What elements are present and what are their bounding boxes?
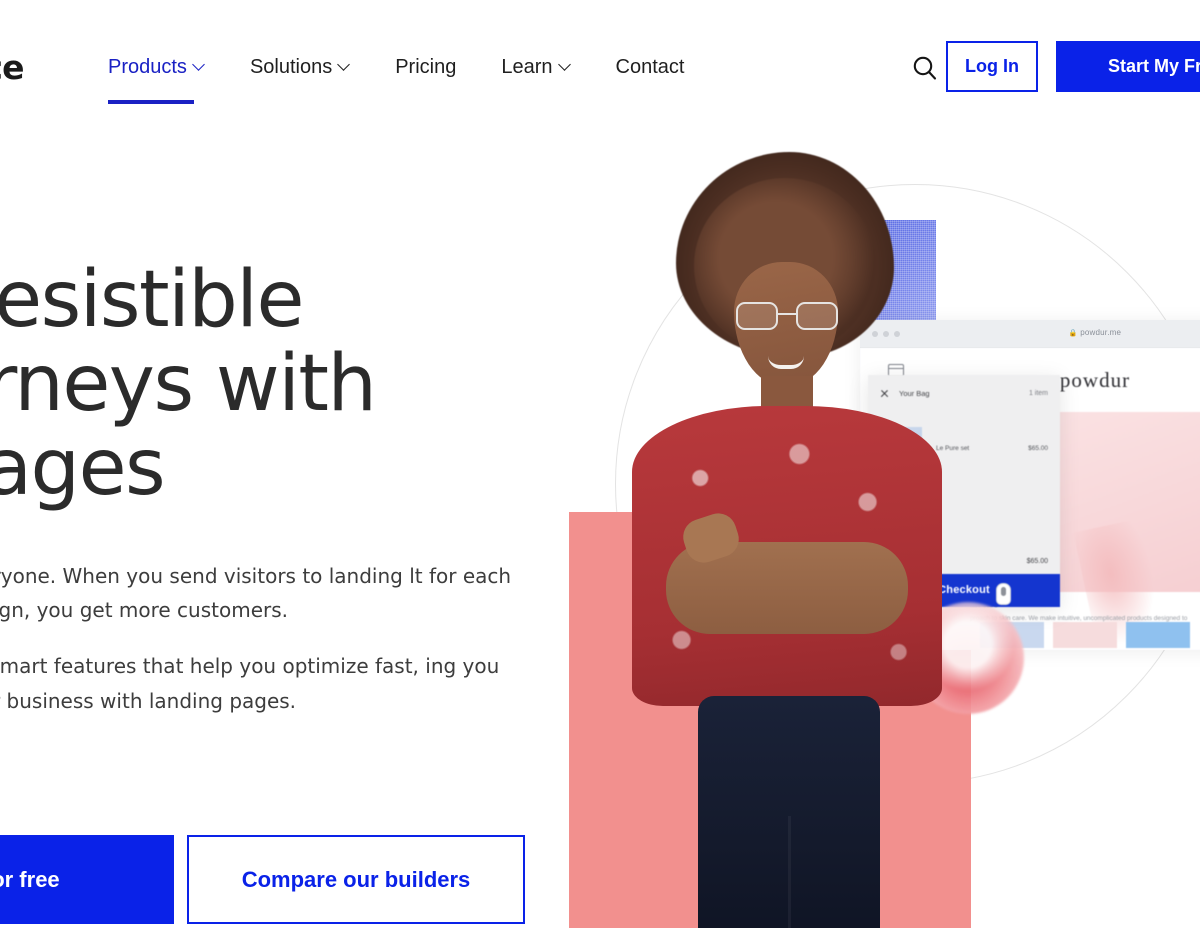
nav-item-solutions[interactable]: Solutions [250, 50, 372, 84]
hero-cta-row: ding for free Compare our builders [0, 835, 525, 924]
person-glasses [736, 302, 838, 330]
headline-line-3: ng pages [0, 423, 166, 514]
log-in-button[interactable]: Log In [946, 41, 1038, 92]
person-arms [666, 542, 908, 634]
search-icon[interactable] [908, 52, 942, 86]
hero-person-photo [622, 144, 952, 928]
cart-item-price: $65.00 [1028, 444, 1048, 452]
headline-line-1: te irresistible [0, 255, 304, 345]
nav-item-label: Solutions [249, 56, 333, 78]
hero-paragraph-2: use builders and smart features that hel… [0, 654, 500, 713]
nav-item-label: Contact [615, 56, 685, 78]
hero-copy: te irresistible r journeys with ng pages… [0, 258, 539, 718]
hero-page: unce Products Solutions Pricing Learn Co… [0, 0, 1200, 928]
chevron-down-icon [194, 60, 205, 71]
swatch-pink [1053, 622, 1117, 648]
cart-total-value: $65.00 [1026, 558, 1048, 565]
headline-line-2: r journeys with [0, 339, 377, 430]
hero-artwork: 🔒 powdur.me powdur powdur [560, 132, 1200, 928]
start-free-trial-button[interactable]: Start My Free Trial [1056, 41, 1200, 92]
nav-item-pricing[interactable]: Pricing [395, 50, 478, 84]
hero-paragraph-1: optimized for everyone. When you send vi… [0, 563, 512, 623]
nav-item-label: Pricing [395, 56, 457, 78]
nav-item-contact[interactable]: Contact [616, 50, 685, 84]
page-title: te irresistible r journeys with ng pages [0, 258, 539, 511]
start-building-free-button[interactable]: ding for free [0, 835, 174, 924]
nav-item-products[interactable]: Products [108, 50, 227, 84]
chevron-down-icon [560, 60, 571, 71]
nav-active-indicator [108, 100, 194, 104]
person-pants [698, 696, 880, 928]
cursor-icon [996, 583, 1011, 605]
swatch-blue-bright [1126, 622, 1190, 648]
site-header: unce Products Solutions Pricing Learn Co… [0, 0, 1200, 132]
nav-item-label: Learn [501, 56, 553, 78]
lock-icon: 🔒 [1068, 330, 1078, 337]
site-logo[interactable]: unce [0, 48, 25, 87]
main-navigation: Products Solutions Pricing Learn Contact [108, 50, 684, 84]
hero-description: optimized for everyone. When you send vi… [0, 559, 535, 719]
cart-item-count: 1 item [1028, 390, 1048, 397]
nav-item-label: Products [108, 56, 187, 78]
address-bar-url: powdur.me [1080, 328, 1122, 337]
nav-item-learn[interactable]: Learn [501, 50, 592, 84]
compare-builders-button[interactable]: Compare our builders [187, 835, 525, 924]
chevron-down-icon [339, 60, 350, 71]
